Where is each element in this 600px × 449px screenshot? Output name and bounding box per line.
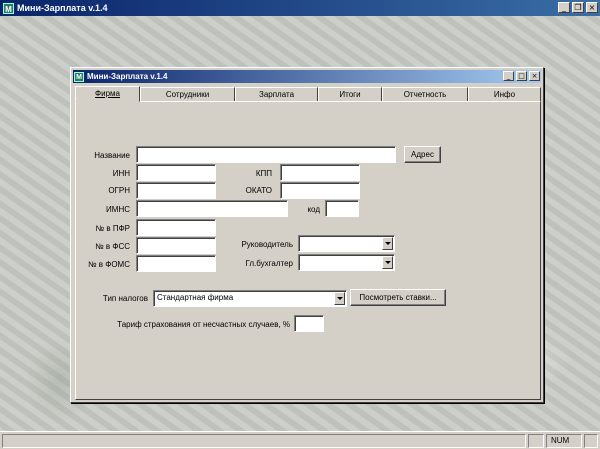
kod-label: код xyxy=(307,205,320,214)
kod-input[interactable] xyxy=(325,200,359,217)
window-logo-icon: M xyxy=(74,71,84,82)
app-title: Мини-Зарплата v.1.4 xyxy=(17,3,108,13)
fss-input[interactable] xyxy=(136,237,216,254)
status-message xyxy=(2,434,526,448)
close-icon[interactable]: × xyxy=(586,2,598,13)
window-title-bar: M Мини-Зарплата v.1.4 _ □ × xyxy=(73,70,541,83)
app-logo-icon: M xyxy=(3,2,14,14)
imns-label: ИМНС xyxy=(106,205,130,214)
director-label: Руководитель xyxy=(241,240,293,249)
okato-label: ОКАТО xyxy=(245,186,272,195)
pfr-input[interactable] xyxy=(136,219,216,236)
tab-salary[interactable]: Зарплата xyxy=(235,87,318,102)
status-bar: NUM xyxy=(0,431,600,449)
view-rates-button[interactable]: Посмотреть ставки... xyxy=(350,289,446,306)
okato-input[interactable] xyxy=(280,182,360,199)
imns-input[interactable] xyxy=(136,200,288,217)
chevron-down-icon[interactable] xyxy=(382,256,393,269)
name-input[interactable] xyxy=(136,146,396,163)
accident-tariff-input[interactable] xyxy=(294,315,324,332)
tab-employees[interactable]: Сотрудники xyxy=(140,87,235,102)
window-close-icon[interactable]: × xyxy=(529,71,540,81)
address-button[interactable]: Адрес xyxy=(404,146,441,163)
restore-icon[interactable]: ❐ xyxy=(572,2,584,13)
status-num: NUM xyxy=(546,434,582,448)
app-title-bar: M Мини-Зарплата v.1.4 _ ❐ × xyxy=(0,0,600,16)
kpp-input[interactable] xyxy=(280,164,360,181)
foms-label: № в ФОМС xyxy=(87,260,130,269)
fss-label: № в ФСС xyxy=(95,242,130,251)
app-window-controls: _ ❐ × xyxy=(558,2,598,13)
minimize-icon[interactable]: _ xyxy=(558,2,570,13)
ogrn-label: ОГРН xyxy=(108,186,130,195)
tab-info[interactable]: Инфо xyxy=(468,87,541,102)
accountant-label: Гл.бухгалтер xyxy=(245,259,293,268)
tab-firm[interactable]: Фирма xyxy=(75,86,140,102)
status-caps xyxy=(528,434,544,448)
accident-tariff-label: Тариф страхования от несчастных случаев,… xyxy=(117,320,290,329)
tab-totals[interactable]: Итоги xyxy=(318,87,382,102)
window-controls: _ □ × xyxy=(503,71,540,81)
window-title: Мини-Зарплата v.1.4 xyxy=(87,72,168,81)
status-scrl xyxy=(584,434,598,448)
tax-type-value: Стандартная фирма xyxy=(157,293,234,302)
chevron-down-icon[interactable] xyxy=(334,292,345,305)
pfr-label: № в ПФР xyxy=(95,224,130,233)
tab-bar: Фирма Сотрудники Зарплата Итоги Отчетнос… xyxy=(75,86,541,102)
director-select[interactable] xyxy=(298,235,395,252)
ogrn-input[interactable] xyxy=(136,182,216,199)
tax-type-select[interactable]: Стандартная фирма xyxy=(153,290,347,307)
kpp-label: КПП xyxy=(255,169,272,178)
foms-input[interactable] xyxy=(136,255,216,272)
accountant-select[interactable] xyxy=(298,254,395,271)
window-maximize-icon[interactable]: □ xyxy=(516,71,527,81)
inn-input[interactable] xyxy=(136,164,216,181)
tab-reports[interactable]: Отчетность xyxy=(382,87,468,102)
tax-type-label: Тип налогов xyxy=(102,294,148,303)
window-minimize-icon[interactable]: _ xyxy=(503,71,514,81)
inn-label: ИНН xyxy=(112,169,130,178)
chevron-down-icon[interactable] xyxy=(382,237,393,250)
name-label: Название xyxy=(94,151,130,160)
